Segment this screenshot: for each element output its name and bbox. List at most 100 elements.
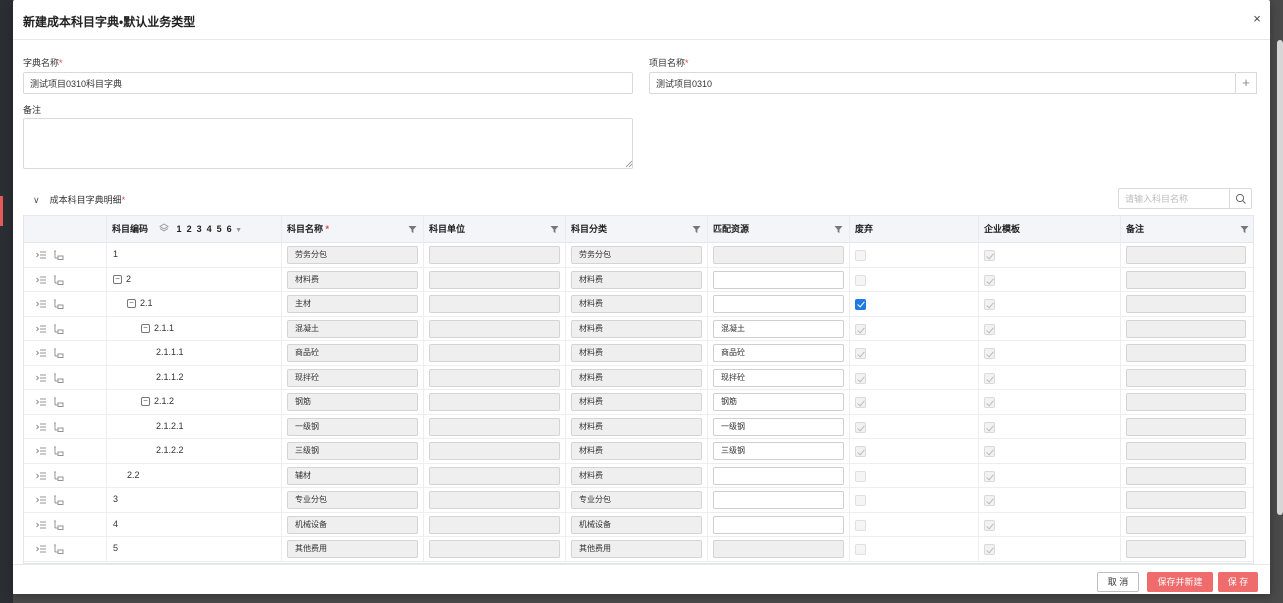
filter-icon[interactable] [834,225,843,234]
cell-dis [850,463,979,488]
subject-search-input[interactable] [1119,189,1229,208]
match-resource-field[interactable]: 现拌砼 [713,368,844,387]
subject-name-field[interactable]: 主材 [287,295,418,313]
discard-checkbox[interactable] [855,299,866,310]
header-resource-label: 匹配资源 [713,224,750,234]
subject-name-field[interactable]: 一级钢 [287,417,418,436]
cell-op [24,537,107,562]
match-resource-field[interactable] [713,466,844,485]
resize-grip-icon[interactable] [625,160,633,168]
cell-code: 2.1.1.2 [107,365,282,390]
subject-category-field: 材料费 [571,295,702,313]
add-child-icon[interactable] [53,397,64,407]
indent-icon[interactable] [36,275,47,285]
add-child-icon[interactable] [53,274,64,285]
add-child-icon[interactable] [53,323,64,334]
cell-tpl [979,414,1121,439]
cell-dis [850,341,979,366]
collapse-toggle-icon[interactable]: − [113,274,122,284]
row-operations [36,348,70,358]
subject-name-field[interactable]: 钢筋 [287,393,418,411]
match-resource-field[interactable] [713,491,844,509]
match-resource-field[interactable]: 三级钢 [713,442,844,460]
indent-icon[interactable] [36,373,47,383]
subject-name-field[interactable]: 机械设备 [287,515,418,534]
background-sidebar [0,0,13,603]
match-resource-field[interactable]: 钢筋 [713,393,844,411]
subject-name-field[interactable]: 劳务分包 [287,246,418,264]
indent-icon[interactable] [36,544,47,554]
match-resource-field[interactable] [713,270,844,289]
caret-down-icon[interactable]: ▼ [235,217,242,244]
match-resource-field[interactable] [713,295,844,313]
subject-category-field: 材料费 [571,319,702,338]
add-child-icon[interactable] [53,372,64,383]
level-5-button[interactable]: 5 [217,216,222,243]
level-6-button[interactable]: 6 [227,216,232,243]
detail-section-header[interactable]: ∨ 成本科目字典明细* [33,193,125,206]
indent-icon[interactable] [36,446,47,456]
filter-icon[interactable] [408,225,417,234]
indent-icon[interactable] [36,471,47,481]
subject-unit-field [429,466,560,485]
add-child-icon[interactable] [53,495,64,505]
match-resource-field[interactable]: 商品砼 [713,344,844,362]
match-resource-field[interactable]: 一级钢 [713,417,844,436]
chevron-down-icon[interactable]: ∨ [33,195,40,206]
indent-icon[interactable] [36,422,47,432]
subject-name-field[interactable]: 混凝土 [287,319,418,338]
table-row: −2 材料费 材料费 [24,267,1253,292]
save-and-new-button[interactable]: 保存并新建 [1147,572,1213,592]
select-project-plus-button[interactable]: + [1236,72,1257,94]
filter-icon[interactable] [550,225,559,234]
indent-icon[interactable] [36,250,47,260]
cell-rem [1121,317,1253,342]
match-resource-field[interactable] [713,515,844,534]
subject-name-field[interactable]: 材料费 [287,270,418,289]
cell-dis [850,537,979,562]
search-button[interactable] [1229,189,1251,208]
add-child-icon[interactable] [53,421,64,432]
cell-dis [850,243,979,268]
level-2-button[interactable]: 2 [187,216,192,243]
cell-unit [424,316,566,341]
add-child-icon[interactable] [53,299,64,309]
add-child-icon[interactable] [53,250,64,260]
add-child-icon[interactable] [53,348,64,358]
match-resource-field[interactable]: 混凝土 [713,319,844,338]
level-3-button[interactable]: 3 [197,216,202,243]
indent-icon[interactable] [36,299,47,309]
add-child-icon[interactable] [53,519,64,530]
add-child-icon[interactable] [53,446,64,456]
cancel-button[interactable]: 取 消 [1097,572,1139,592]
indent-icon[interactable] [36,495,47,505]
indent-icon[interactable] [36,324,47,334]
cell-dis [850,488,979,513]
cell-cat: 材料费 [566,267,708,292]
filter-icon[interactable] [692,225,701,234]
project-name-input[interactable] [649,72,1236,94]
indent-icon[interactable] [36,348,47,358]
level-4-button[interactable]: 4 [207,216,212,243]
subject-name-field[interactable]: 现拌砼 [287,368,418,387]
subject-name-field[interactable]: 商品砼 [287,344,418,362]
close-icon[interactable]: × [1250,12,1264,26]
save-button[interactable]: 保 存 [1218,572,1258,592]
subject-name-field[interactable]: 辅材 [287,466,418,485]
level-1-button[interactable]: 1 [177,216,182,243]
remark-textarea[interactable] [23,118,633,169]
dict-name-input[interactable] [23,72,633,94]
collapse-toggle-icon[interactable]: − [141,397,150,406]
indent-icon[interactable] [36,397,47,407]
collapse-toggle-icon[interactable]: − [141,323,150,333]
cell-dis [850,390,979,415]
subject-name-field[interactable]: 三级钢 [287,442,418,460]
subject-name-field[interactable]: 专业分包 [287,491,418,509]
dialog-scrollbar[interactable] [1277,40,1283,515]
collapse-toggle-icon[interactable]: − [127,299,136,308]
add-child-icon[interactable] [53,544,64,554]
filter-icon[interactable] [1240,225,1249,234]
subject-name-field[interactable]: 其他费用 [287,540,418,558]
add-child-icon[interactable] [53,470,64,481]
indent-icon[interactable] [36,520,47,530]
